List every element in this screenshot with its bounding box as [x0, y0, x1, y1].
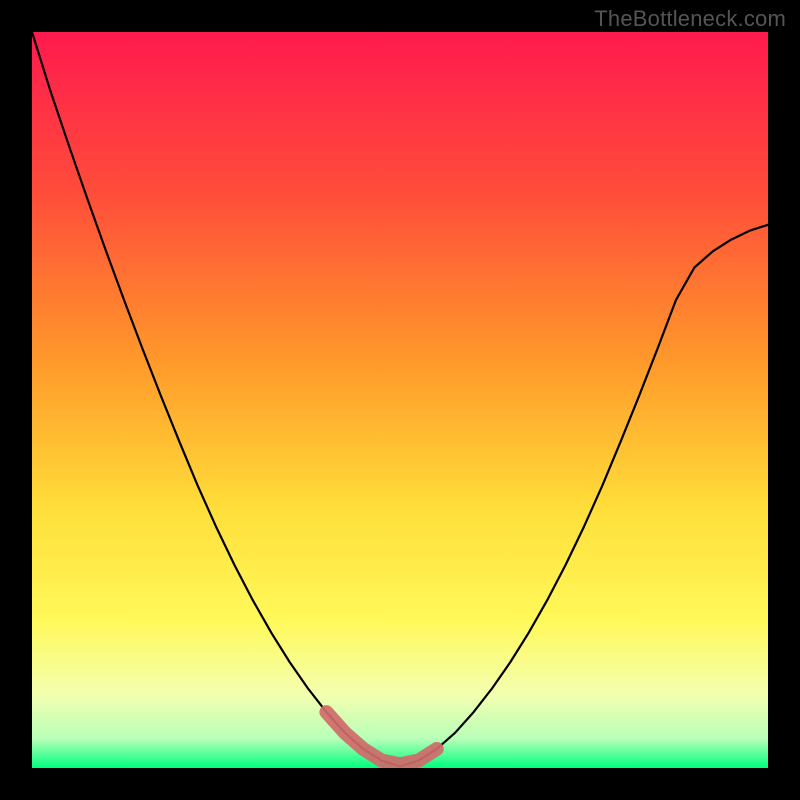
watermark-text: TheBottleneck.com: [594, 6, 786, 32]
gradient-background: [32, 32, 768, 768]
bottleneck-plot: [32, 32, 768, 768]
chart-frame: [32, 32, 768, 768]
